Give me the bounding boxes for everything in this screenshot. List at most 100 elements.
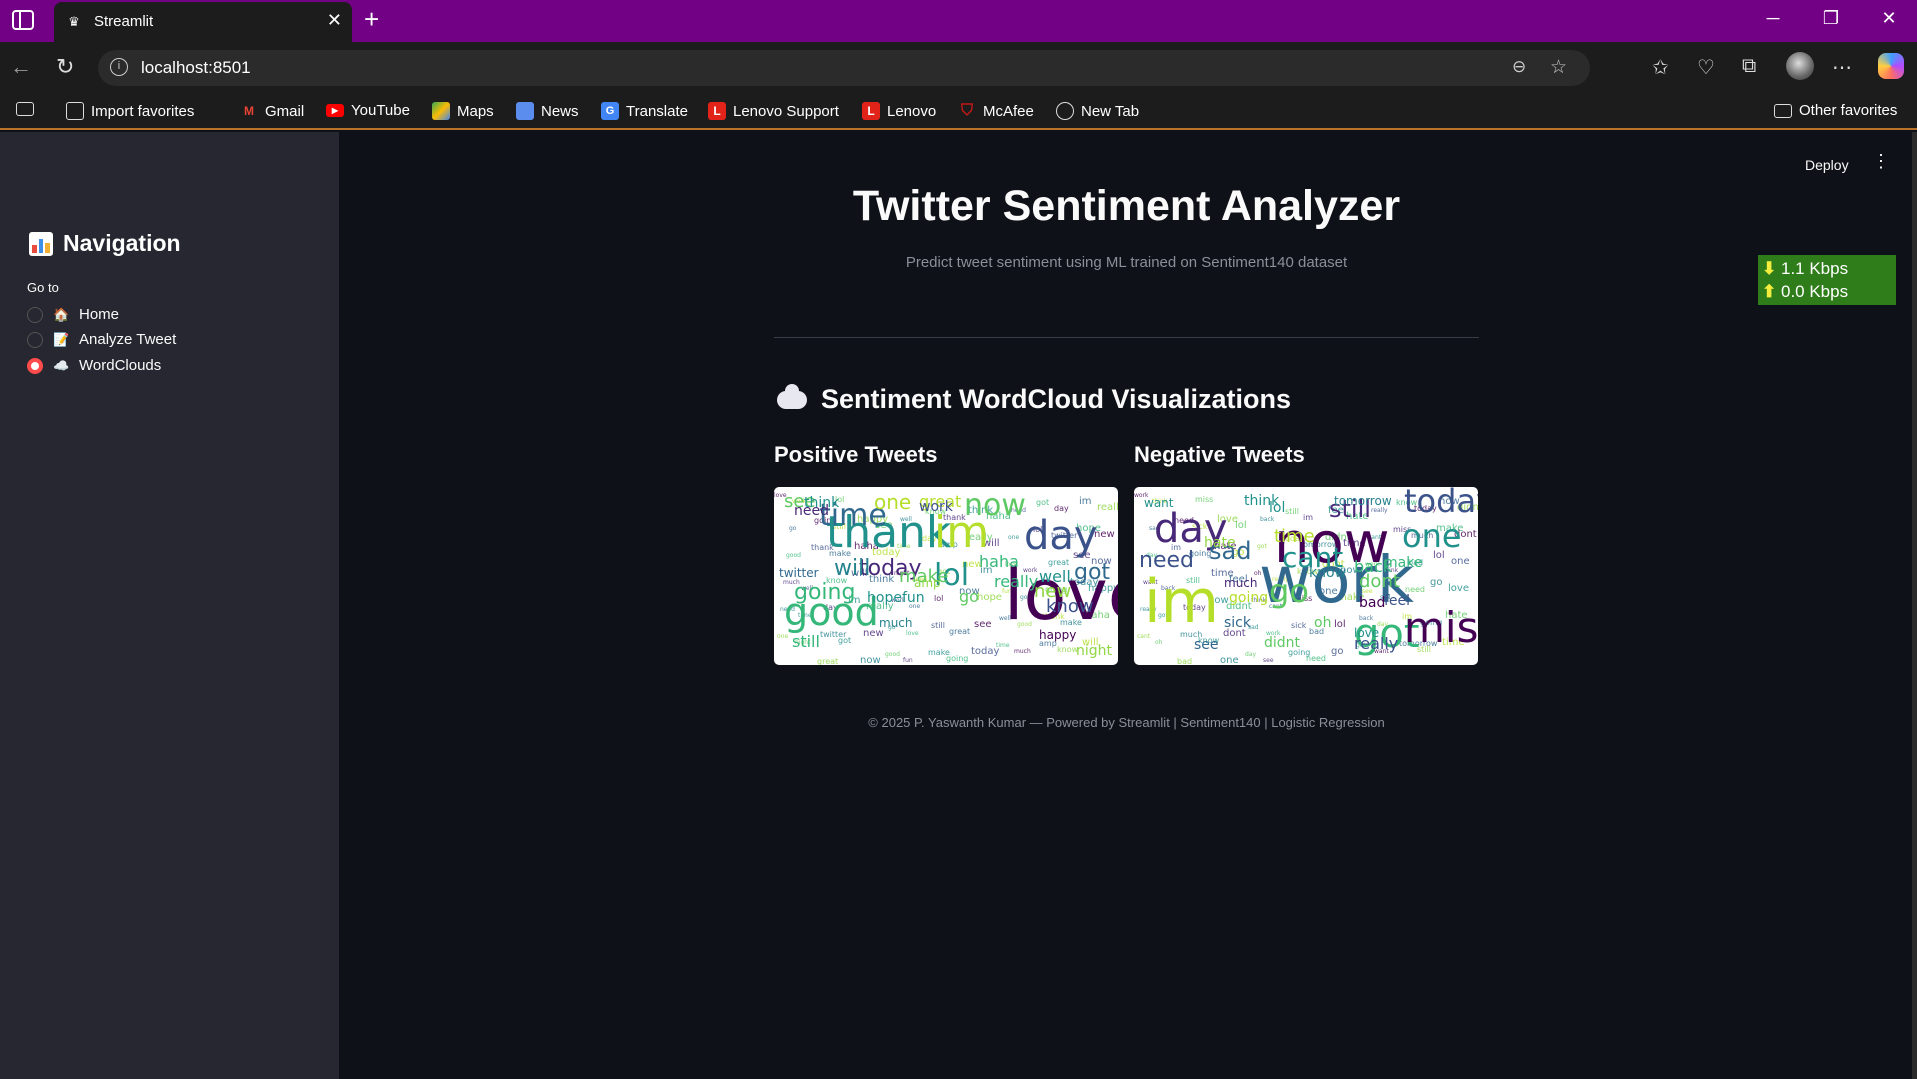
wordcloud-word: make [1384,555,1422,571]
nav-option-analyze-tweet[interactable]: 📝 Analyze Tweet [27,331,176,348]
bookmark-import-favorites[interactable]: Import favorites [66,102,194,120]
wordcloud-word: bad [1177,657,1192,665]
wordcloud-word: twitter [779,566,819,580]
favorites-icon[interactable]: ✩ [1652,55,1669,80]
browser-tab[interactable]: ♛ Streamlit ✕ [54,2,352,42]
negative-tweets-heading: Negative Tweets [1134,442,1305,467]
wordcloud-word: one [874,490,911,514]
news-icon [516,102,534,120]
minimize-icon[interactable]: ─ [1750,8,1796,29]
wordcloud-word: back [1260,516,1275,523]
wordcloud-word: see [1263,657,1274,664]
wordcloud-word: go [1269,572,1309,610]
wordcloud-word: happy [1039,628,1076,642]
radio-button[interactable] [27,306,43,323]
copilot-icon[interactable] [1878,53,1904,79]
browser-titlebar: ♛ Streamlit ✕ + ─ ❐ ✕ [0,0,1917,42]
tab-actions-icon[interactable] [12,10,34,30]
wordcloud-word: love [1354,626,1379,640]
positive-wordcloud: lovethankimgooddaynowtimeloltodayonegoin… [774,488,1118,665]
network-speed-meter: ⬇ 1.1 Kbps ⬆ 0.0 Kbps [1758,255,1896,305]
wordcloud-word: hate [1204,535,1236,551]
wordcloud-word: oh [1155,639,1163,646]
negative-wordcloud-image: work im now day today one got miss go cant need tim… [1134,487,1478,665]
browser-essentials-icon[interactable]: ♡ [1697,55,1715,80]
deploy-button[interactable]: Deploy [1805,157,1849,173]
more-options-icon[interactable]: ⋯ [1832,55,1852,80]
wordcloud-word: one [1451,556,1470,567]
wordcloud-word: going [1229,590,1268,606]
wordcloud-word: really [994,572,1038,591]
house-icon: 🏠 [53,306,70,322]
wordcloud-word: time [1274,526,1315,547]
positive-wordcloud-image: love thank im good day now time lol today one goin… [774,487,1118,665]
bookmark-lenovo[interactable]: L Lenovo [862,102,936,120]
wordcloud-word: love [906,630,919,637]
url-text[interactable]: localhost:8501 [141,58,251,78]
bookmark-lenovo-support[interactable]: L Lenovo Support [708,102,839,120]
extensions-icon[interactable]: ⧉ [1742,55,1756,78]
main-menu-icon[interactable]: ⋮ [1872,151,1890,172]
zoom-icon[interactable]: ⊖ [1512,57,1526,77]
section-title: Sentiment WordCloud Visualizations [777,383,1291,415]
radio-button-selected[interactable] [27,357,43,374]
bookmark-youtube[interactable]: ▶ YouTube [326,102,410,119]
bookmark-translate[interactable]: G Translate [601,102,688,120]
wordcloud-word: hope [977,592,1002,603]
scrollbar[interactable] [1912,132,1917,1079]
new-tab-icon[interactable]: + [364,4,379,35]
folder-icon [1774,103,1792,118]
bar-chart-icon [29,231,53,256]
lenovo-icon: L [862,102,880,120]
back-icon[interactable]: ← [10,54,32,80]
wordcloud-word: im [1079,496,1092,507]
url-bar[interactable]: i localhost:8501 ☆ ⊖ [98,50,1590,86]
other-favorites[interactable]: Other favorites [1774,102,1897,119]
wordcloud-word: go [959,587,979,606]
wordcloud-word: feel [1384,593,1410,609]
wordcloud-word: see [974,619,992,630]
wordcloud-word: oh [1314,615,1331,631]
radio-button[interactable] [27,331,43,348]
wordcloud-word: fun [902,590,925,606]
restore-icon[interactable]: ❐ [1808,8,1854,29]
bookmark-new-tab[interactable]: New Tab [1056,102,1139,120]
negative-wordcloud: workimnowdaytodayonegotmissgocantneedtim… [1134,487,1478,665]
profile-avatar[interactable] [1786,52,1814,80]
site-info-icon[interactable]: i [110,58,128,76]
wordcloud-word: know [1309,565,1346,581]
wordcloud-word: lol [934,594,943,603]
wordcloud-word: really [1097,502,1118,513]
wordcloud-word: now [964,488,1026,523]
nav-option-home[interactable]: 🏠 Home [27,306,119,323]
divider [774,337,1479,338]
nav-option-wordclouds[interactable]: ☁️ WordClouds [27,357,161,374]
tab-close-icon[interactable]: ✕ [327,10,342,31]
address-toolbar: ← ↻ i localhost:8501 ☆ ⊖ ✩ ♡ ⧉ ⋯ [0,42,1917,94]
wordcloud-word: didnt [1264,635,1301,651]
reload-icon[interactable]: ↻ [56,54,74,80]
wordcloud-word: fun [903,657,913,664]
bookmark-news[interactable]: News [516,102,579,120]
page-subtitle: Predict tweet sentiment using ML trained… [905,254,1348,271]
wordcloud-word: sick [1291,621,1307,630]
positive-tweets-heading: Positive Tweets [774,442,938,467]
mcafee-icon: ⛉ [960,102,973,119]
memo-icon: 📝 [53,331,70,347]
wordcloud-word: still [931,621,945,630]
wordcloud-word: lol [1235,520,1247,531]
wordcloud-word: today [1404,487,1478,520]
wordcloud-word: great [949,627,970,636]
bookmark-gmail[interactable]: M Gmail [240,102,304,120]
collections-icon[interactable] [16,102,34,116]
wordcloud-word: much [1014,648,1031,655]
close-window-icon[interactable]: ✕ [1866,8,1912,29]
star-icon[interactable]: ☆ [1550,56,1567,79]
wordcloud-word: think [804,495,840,511]
import-icon [66,102,84,120]
wordcloud-word: one [777,633,788,640]
wordcloud-word: hope [867,590,902,606]
bookmark-mcafee[interactable]: ⛉ McAfee [958,102,1034,120]
bookmark-maps[interactable]: Maps [432,102,494,120]
wordcloud-word: work [919,499,954,515]
